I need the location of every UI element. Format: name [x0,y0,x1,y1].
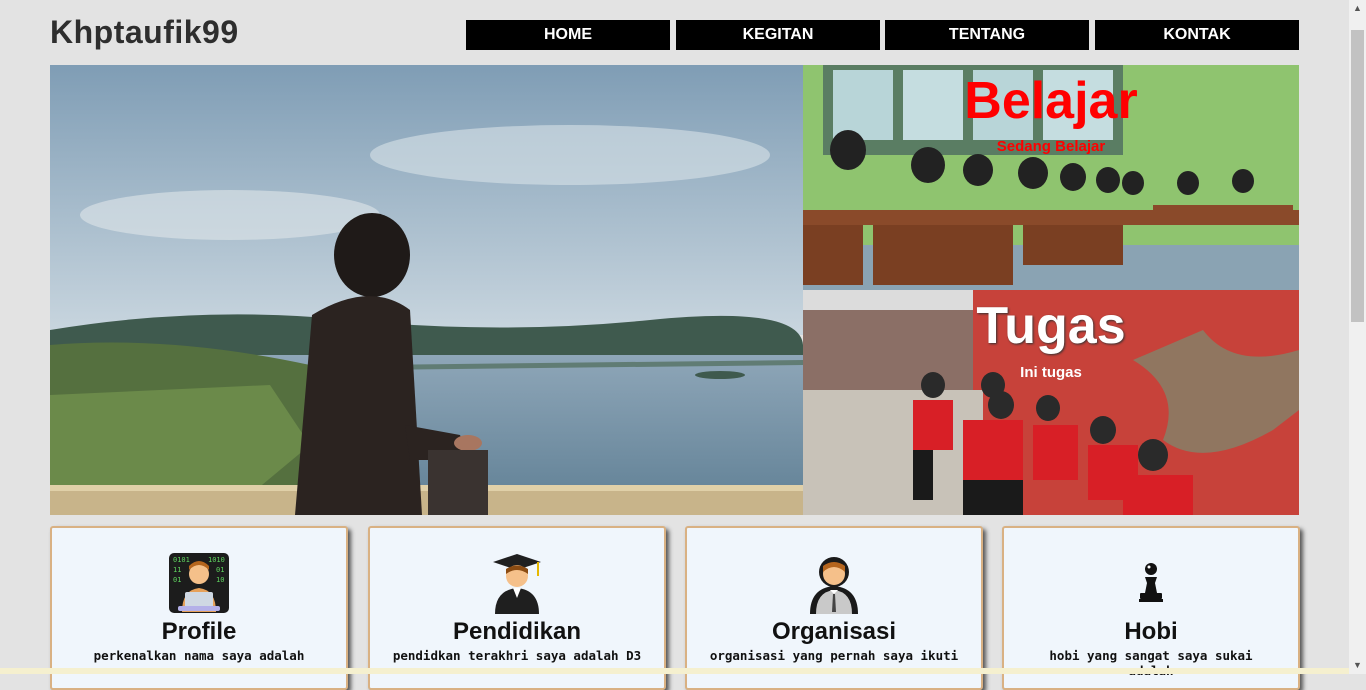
card-text: perkenalkan nama saya adalah [93,648,305,663]
svg-text:10: 10 [216,576,224,584]
feature-belajar[interactable]: Belajar Sedang Belajar [803,65,1299,290]
scroll-down-icon[interactable]: ▼ [1349,657,1366,674]
card-title: Pendidikan [452,618,582,645]
card-text: pendidkan terakhri saya adalah D3 [392,648,642,663]
site-title[interactable]: Khptaufik99 [50,14,239,51]
nav-kegitan[interactable]: KEGITAN [676,20,880,50]
card-organisasi[interactable]: Organisasi organisasi yang pernah saya i… [685,526,983,690]
bottom-strip [0,668,1349,674]
scroll-up-icon[interactable]: ▲ [1349,0,1366,17]
scroll-thumb[interactable] [1351,30,1364,322]
svg-text:11: 11 [173,566,181,574]
svg-text:01: 01 [216,566,224,574]
nav-tentang[interactable]: TENTANG [885,20,1089,50]
card-hobi[interactable]: Hobi hobi yang sangat saya sukai adalah [1002,526,1300,690]
technologist-icon: 0101 1010 11 01 01 10 [168,552,230,619]
feature-title: Tugas [976,297,1126,355]
nav-home[interactable]: HOME [466,20,670,50]
hero-image [50,65,803,515]
card-text: organisasi yang pernah saya ikuti [709,648,959,663]
feature-title: Belajar [964,72,1138,130]
nav-kontak[interactable]: KONTAK [1095,20,1299,50]
graduate-icon [491,552,543,619]
hero-photo [50,65,803,515]
card-title: Hobi [1124,618,1178,645]
feature-subtitle: Ini tugas [1020,364,1082,381]
card-pendidikan[interactable]: Pendidikan pendidkan terakhri saya adala… [368,526,666,690]
office-worker-icon [808,552,860,619]
card-title: Organisasi [771,618,897,645]
svg-text:1010: 1010 [208,556,225,564]
vertical-scrollbar[interactable]: ▲ ▼ [1349,0,1366,674]
card-profile[interactable]: 0101 1010 11 01 01 10 Profile perkenalkan n… [50,526,348,690]
feature-tugas[interactable]: Tugas Ini tugas [803,290,1299,515]
svg-text:01: 01 [173,576,181,584]
svg-text:0101: 0101 [173,556,190,564]
chess-pawn-icon [1136,561,1166,608]
feature-subtitle: Sedang Belajar [996,138,1106,155]
card-title: Profile [161,618,237,645]
